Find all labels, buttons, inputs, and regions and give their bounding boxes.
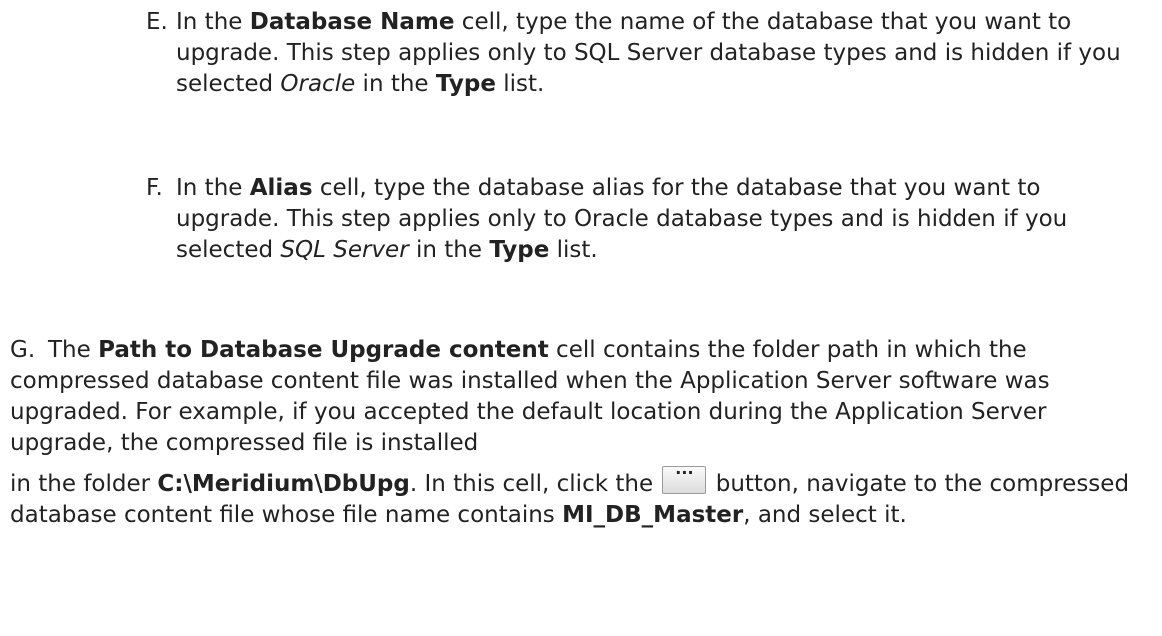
browse-button[interactable]: ... [662, 459, 707, 494]
mi-db-master-term: MI_DB_Master [562, 502, 744, 528]
step-f-text-4: list. [549, 237, 598, 263]
step-e: E. In the Database Name cell, type the n… [146, 7, 1146, 100]
type-term: Type [435, 71, 496, 97]
step-g: G. The Path to Database Upgrade content c… [10, 335, 1155, 531]
step-g-marker: G. [10, 337, 36, 363]
step-g-text-1: The [48, 337, 99, 363]
step-e-text-1: In the [176, 9, 250, 35]
ellipsis-icon: ... [675, 459, 694, 478]
folder-path: C:\Meridium\DbUpg [157, 471, 410, 497]
database-name-term: Database Name [249, 9, 455, 35]
step-e-marker: E. [146, 9, 168, 35]
step-f-text-1: In the [176, 175, 250, 201]
step-f: F. In the Alias cell, type the database … [146, 173, 1146, 266]
sql-server-term: SQL Server [280, 237, 409, 263]
step-g-text-3: in the folder [10, 471, 158, 497]
path-to-database-upgrade-content-term: Path to Database Upgrade content [98, 337, 549, 363]
alias-term: Alias [249, 175, 313, 201]
step-g-text-4: . In this cell, click the [409, 471, 661, 497]
step-e-text-4: list. [495, 71, 545, 97]
step-f-text: In the Alias cell, type the database ali… [176, 173, 1146, 266]
step-f-text-3: in the [408, 237, 490, 263]
step-e-text-3: in the [355, 71, 436, 97]
step-f-marker: F. [146, 175, 163, 201]
oracle-term: Oracle [280, 71, 356, 97]
step-g-text-6: , and select it. [743, 502, 907, 528]
type-term: Type [489, 237, 550, 263]
step-e-text: In the Database Name cell, type the name… [176, 7, 1146, 100]
